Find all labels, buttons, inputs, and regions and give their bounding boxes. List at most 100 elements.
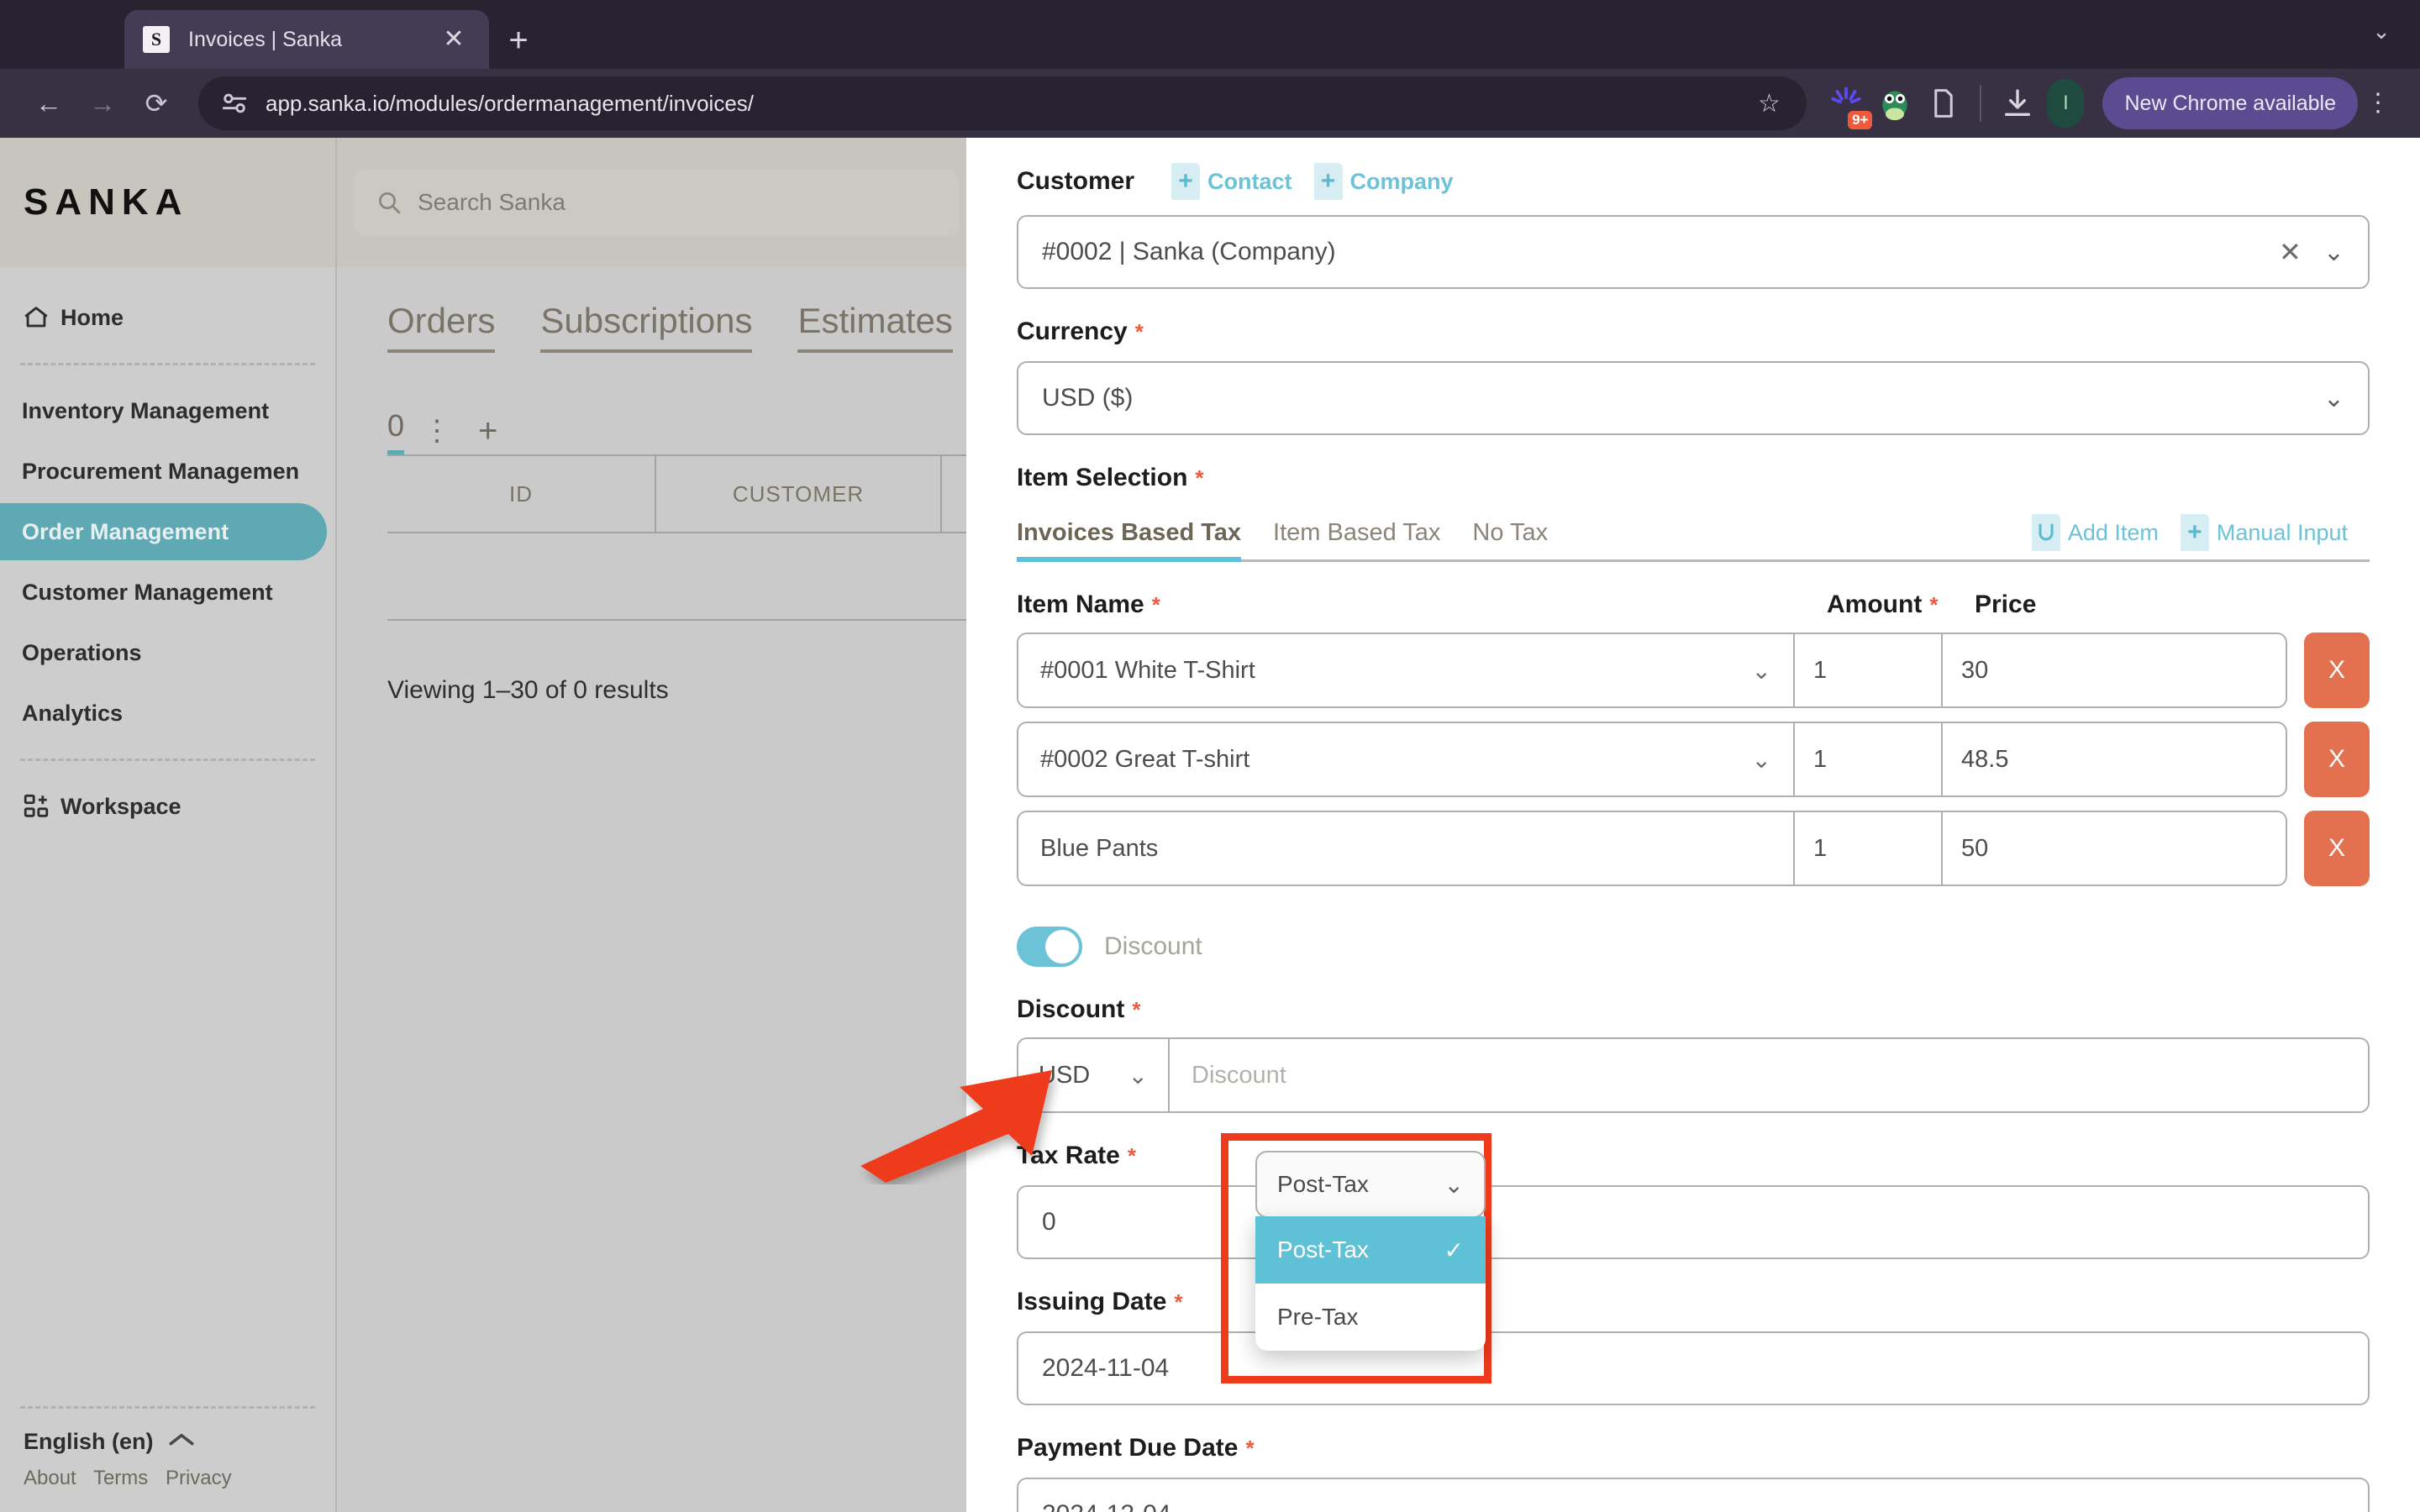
sidebar-item-order-management[interactable]: Order Management xyxy=(0,503,327,560)
delete-item-button[interactable]: X xyxy=(2304,811,2370,886)
sidebar-item-inventory-management[interactable]: Inventory Management xyxy=(0,382,327,439)
discount-amount-placeholder: Discount xyxy=(1192,1062,1286,1089)
chevron-down-icon[interactable]: ⌄ xyxy=(1444,1171,1464,1199)
manual-input-button[interactable]: + Manual Input xyxy=(2181,514,2348,551)
item-price-input[interactable]: 50 xyxy=(1941,812,2286,885)
chevron-down-icon[interactable]: ⌄ xyxy=(2323,384,2344,413)
item-name-value: #0001 White T-Shirt xyxy=(1040,657,1255,685)
table-header-customer[interactable]: CUSTOMER xyxy=(656,455,942,533)
add-company-button[interactable]: + Company xyxy=(1314,163,1454,200)
tab-no-tax[interactable]: No Tax xyxy=(1472,519,1548,559)
chevron-down-icon[interactable]: ⌄ xyxy=(1752,657,1771,685)
chevron-down-icon[interactable]: ⌄ xyxy=(2323,238,2344,267)
tab-search-chevron-down-icon[interactable]: ⌄ xyxy=(2358,18,2405,45)
legal-links: About Terms Privacy xyxy=(0,1467,335,1490)
delete-item-button[interactable]: X xyxy=(2304,722,2370,797)
tab-invoices-based-tax[interactable]: Invoices Based Tax xyxy=(1017,519,1241,562)
item-amount-input[interactable]: 1 xyxy=(1793,723,1941,795)
site-settings-icon[interactable] xyxy=(215,84,254,123)
view-chip[interactable]: 0 xyxy=(387,408,404,454)
sidebar-item-home[interactable]: Home xyxy=(0,289,335,346)
discount-mode-select[interactable]: Post-Tax ⌄ xyxy=(1255,1151,1486,1218)
sidebar-item-label: Procurement Managemen xyxy=(22,459,299,485)
sidebar-item-workspace[interactable]: Workspace xyxy=(0,778,335,835)
item-price-input[interactable]: 48.5 xyxy=(1941,723,2286,795)
tab-estimates[interactable]: Estimates xyxy=(797,301,952,353)
extensions-puzzle-icon[interactable] xyxy=(1919,79,1968,128)
tab-subscriptions[interactable]: Subscriptions xyxy=(540,301,752,353)
item-name-select[interactable]: #0002 Great T-shirt ⌄ xyxy=(1018,723,1793,795)
bookmark-star-icon[interactable]: ☆ xyxy=(1748,89,1790,118)
downloads-icon[interactable] xyxy=(1993,79,2042,128)
issuing-date-input[interactable]: 2024-11-04 xyxy=(1017,1331,2370,1405)
add-item-button[interactable]: Add Item xyxy=(2032,514,2159,551)
workspace-grid-plus-icon xyxy=(22,792,60,821)
discount-mode-option-post-tax[interactable]: Post-Tax ✓ xyxy=(1255,1216,1486,1284)
privacy-link[interactable]: Privacy xyxy=(166,1467,232,1489)
toggle-knob xyxy=(1045,930,1079,963)
payment-due-date-label-row: Payment Due Date * xyxy=(1017,1434,2370,1462)
sidebar-divider-3 xyxy=(20,1406,315,1409)
terms-link[interactable]: Terms xyxy=(93,1467,148,1489)
back-button[interactable]: ← xyxy=(22,76,76,130)
tax-rate-label-row: Tax Rate * xyxy=(1017,1142,2370,1170)
chrome-update-button[interactable]: New Chrome available xyxy=(2102,77,2358,129)
item-price-input[interactable]: 30 xyxy=(1941,634,2286,706)
sidebar-item-analytics[interactable]: Analytics xyxy=(0,685,327,742)
reload-button[interactable]: ⟳ xyxy=(129,76,183,130)
customer-value: #0002 | Sanka (Company) xyxy=(1042,238,2279,266)
tax-mode-tabs: Invoices Based Tax Item Based Tax No Tax… xyxy=(1017,514,2370,562)
add-view-button[interactable]: + xyxy=(478,412,497,450)
app-logo[interactable]: SANKA xyxy=(0,138,335,267)
extension-notifications-icon[interactable]: 9+ xyxy=(1822,79,1870,128)
view-options-kebab-icon[interactable]: ⋮ xyxy=(423,423,451,439)
new-tab-button[interactable]: + xyxy=(489,24,548,57)
clear-customer-icon[interactable]: ✕ xyxy=(2279,236,2302,268)
item-amount-input[interactable]: 1 xyxy=(1793,812,1941,885)
payment-due-date-input[interactable]: 2024-12-04 xyxy=(1017,1478,2370,1512)
item-name-select[interactable]: #0001 White T-Shirt ⌄ xyxy=(1018,634,1793,706)
item-name-input[interactable]: Blue Pants xyxy=(1018,812,1793,885)
sidebar-item-operations[interactable]: Operations xyxy=(0,624,327,681)
sidebar-item-procurement-management[interactable]: Procurement Managemen xyxy=(0,443,327,500)
about-link[interactable]: About xyxy=(24,1467,76,1489)
item-amount-input[interactable]: 1 xyxy=(1793,634,1941,706)
add-contact-button[interactable]: + Contact xyxy=(1171,163,1292,200)
item-selection-section: Item Selection * Invoices Based Tax Item… xyxy=(1017,464,2370,886)
tab-orders[interactable]: Orders xyxy=(387,301,495,353)
tab-item-based-tax[interactable]: Item Based Tax xyxy=(1273,519,1440,559)
item-name-value: #0002 Great T-shirt xyxy=(1040,746,1249,774)
delete-item-button[interactable]: X xyxy=(2304,633,2370,708)
currency-label-row: Currency * xyxy=(1017,318,2370,346)
arrow-annotation xyxy=(857,1050,1109,1184)
global-search-input[interactable]: Search Sanka xyxy=(354,169,959,236)
sidebar-item-label: Customer Management xyxy=(22,580,273,606)
option-label: Pre-Tax xyxy=(1277,1304,1358,1331)
chevron-down-icon[interactable]: ⌄ xyxy=(1752,746,1771,774)
table-header-id[interactable]: ID xyxy=(387,455,656,533)
tax-rate-input[interactable]: 0 xyxy=(1017,1185,2370,1259)
profile-avatar[interactable]: I xyxy=(2047,79,2084,128)
forward-button[interactable]: → xyxy=(76,76,129,130)
sidebar-item-label: Operations xyxy=(22,640,142,666)
sidebar-item-customer-management[interactable]: Customer Management xyxy=(0,564,327,621)
browser-tab[interactable]: S Invoices | Sanka ✕ xyxy=(124,10,489,69)
browser-menu-kebab-icon[interactable]: ⋮ xyxy=(2358,94,2398,113)
tab-favicon: S xyxy=(143,26,170,53)
frog-extension-icon[interactable] xyxy=(1870,79,1919,128)
address-bar[interactable]: app.sanka.io/modules/ordermanagement/inv… xyxy=(198,76,1807,130)
item-row: #0002 Great T-shirt ⌄ 1 48.5 X xyxy=(1017,722,2370,797)
discount-mode-option-pre-tax[interactable]: Pre-Tax xyxy=(1255,1284,1486,1351)
currency-select[interactable]: USD ($) ⌄ xyxy=(1017,361,2370,435)
discount-amount-input[interactable]: Discount xyxy=(1170,1037,2370,1113)
tab-close-icon[interactable]: ✕ xyxy=(437,27,471,52)
sidebar-divider-2 xyxy=(20,759,315,761)
customer-select[interactable]: #0002 | Sanka (Company) ✕ ⌄ xyxy=(1017,215,2370,289)
item-name-header: Item Name * xyxy=(1017,591,1827,619)
required-asterisk: * xyxy=(1135,321,1144,343)
sidebar-nav: Home Inventory Management Procurement Ma… xyxy=(0,267,335,835)
item-actions: Add Item + Manual Input xyxy=(2032,514,2370,559)
language-selector[interactable]: English (en) xyxy=(0,1429,335,1455)
discount-toggle[interactable] xyxy=(1017,927,1082,967)
chevron-down-icon[interactable]: ⌄ xyxy=(1128,1062,1148,1089)
